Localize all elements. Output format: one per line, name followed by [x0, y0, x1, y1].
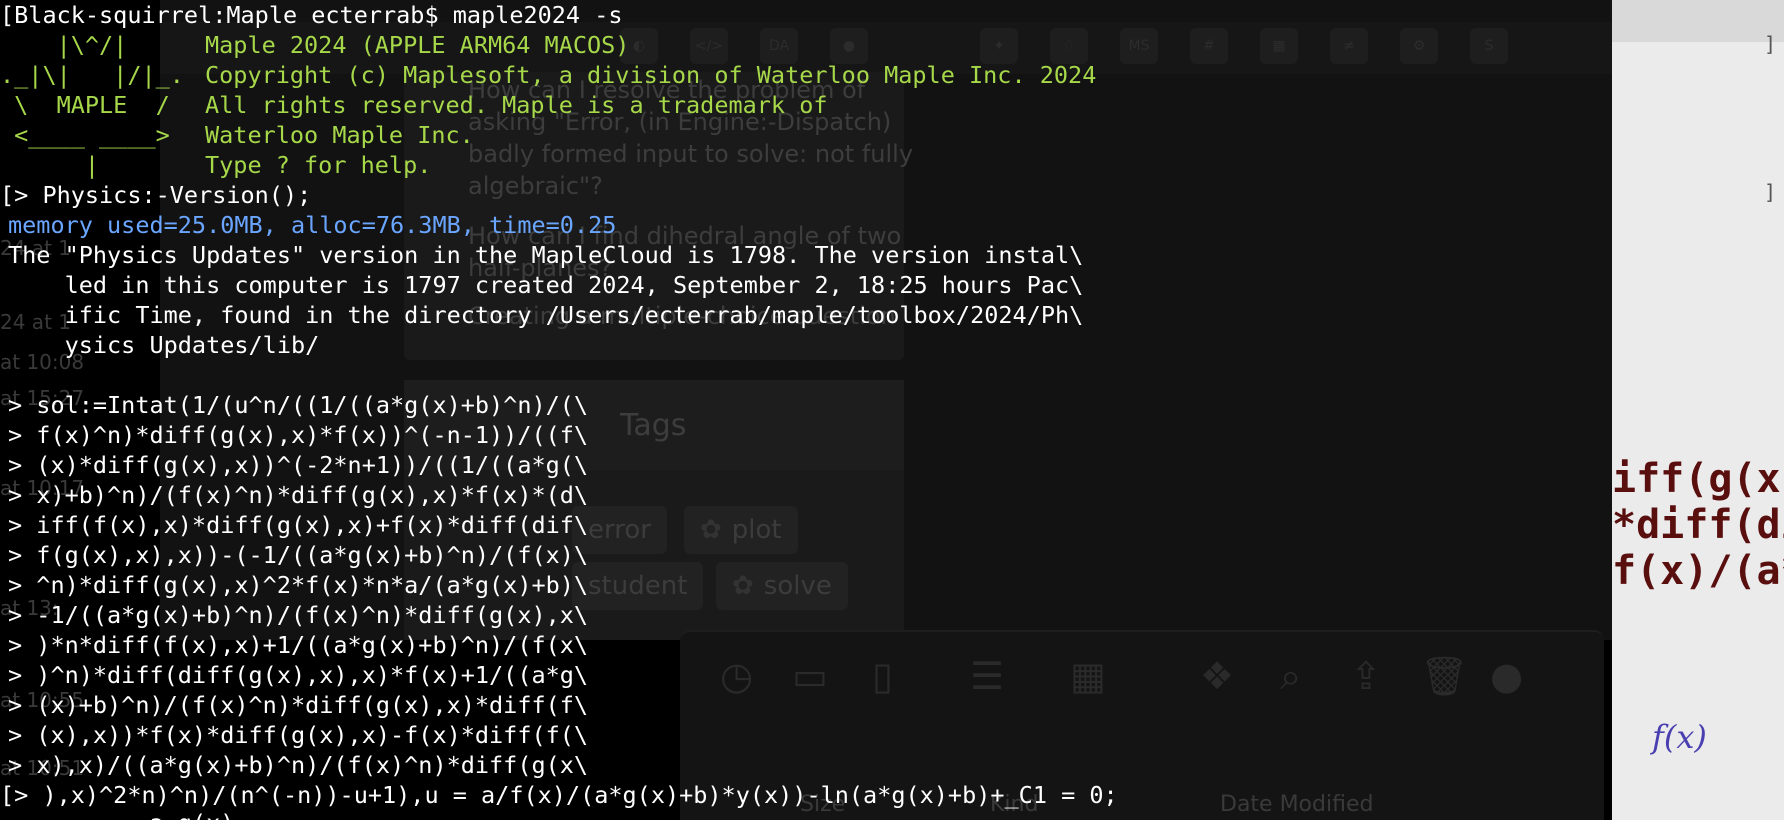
command-line: [> Physics:-Version(); — [0, 181, 312, 209]
maple-logo-line: |\^/| — [0, 31, 128, 59]
input-line: > x)+b)^n)/(f(x)^n)*diff(g(x),x)*f(x)*(d… — [8, 481, 589, 509]
input-line: > (x)+b)^n)/(f(x)^n)*diff(g(x),x)*diff(f… — [8, 691, 589, 719]
terminal-window[interactable]: [Black-squirrel:Maple ecterrab$ maple202… — [0, 0, 1784, 820]
shell-prompt-line: [Black-squirrel:Maple ecterrab$ maple202… — [0, 1, 623, 29]
input-line: > f(g(x),x),x))-(-1/((a*g(x)+b)^n)/(f(x)… — [8, 541, 589, 569]
input-line: > (x),x))*f(x)*diff(g(x),x)-f(x)*diff(f(… — [8, 721, 589, 749]
input-line: > f(x)^n)*diff(g(x),x)*f(x))^(-n-1))/((f… — [8, 421, 589, 449]
output-line: ific Time, found in the directory /Users… — [8, 301, 1084, 329]
input-line: [> ),x)^2*n)^n)/(n^(-n))-u+1),u = a/f(x)… — [0, 781, 1118, 809]
maple-logo-line: | — [0, 151, 100, 179]
banner-text: Copyright (c) Maplesoft, a division of W… — [205, 61, 1097, 89]
maple-logo-line: \ MAPLE / — [0, 91, 170, 119]
banner-text: All rights reserved. Maple is a trademar… — [205, 91, 828, 119]
input-line: > ^n)*diff(g(x),x)^2*f(x)*n*a/(a*g(x)+b)… — [8, 571, 589, 599]
maple-logo-line: <____ ____> — [0, 121, 170, 149]
input-line: > )*n*diff(f(x),x)+1/((a*g(x)+b)^n)/(f(x… — [8, 631, 589, 659]
input-line: > sol:=Intat(1/(u^n/((1/((a*g(x)+b)^n)/(… — [8, 391, 589, 419]
input-line: > )^n)*diff(diff(g(x),x),x)*f(x)+1/((a*g… — [8, 661, 589, 689]
maple-logo-line: ._|\| |/|_. — [0, 61, 184, 89]
input-line: > (x)*diff(g(x),x))^(-2*n+1))/((1/((a*g(… — [8, 451, 589, 479]
input-line: > -1/((a*g(x)+b)^n)/(f(x)^n)*diff(g(x),x… — [8, 601, 589, 629]
banner-text: Maple 2024 (APPLE ARM64 MACOS) — [205, 31, 630, 59]
memory-status-line: memory used=25.0MB, alloc=76.3MB, time=0… — [8, 211, 617, 239]
banner-text: Waterloo Maple Inc. — [205, 121, 474, 149]
output-line: a g(x) — [8, 808, 234, 820]
input-line: > x),x)/((a*g(x)+b)^n)/(f(x)^n)*diff(g(x… — [8, 751, 589, 779]
input-line: > iff(f(x),x)*diff(g(x),x)+f(x)*diff(dif… — [8, 511, 589, 539]
output-line: ysics Updates/lib/ — [8, 331, 320, 359]
output-line: The "Physics Updates" version in the Map… — [8, 241, 1084, 269]
banner-text: Type ? for help. — [205, 151, 432, 179]
output-line: led in this computer is 1797 created 202… — [8, 271, 1084, 299]
